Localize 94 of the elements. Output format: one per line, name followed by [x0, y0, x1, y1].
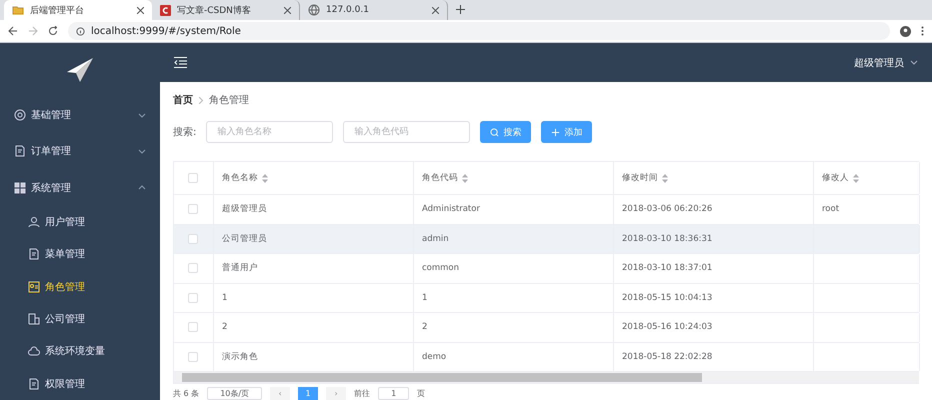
- row-checkbox[interactable]: [188, 292, 198, 303]
- sort-icon[interactable]: [662, 174, 668, 182]
- table-cell: root: [822, 204, 840, 214]
- table-cell: 2018-05-15 10:04:13: [622, 292, 712, 303]
- goto-field[interactable]: 1: [378, 386, 410, 400]
- id-card-icon: [28, 280, 40, 293]
- total-count: 共 6 条: [173, 388, 200, 398]
- document-icon: [28, 378, 40, 390]
- table-row[interactable]: 1 1 2018-05-15 10:04:13: [174, 284, 919, 313]
- row-checkbox[interactable]: [188, 352, 198, 362]
- table-row[interactable]: 公司管理员 admin 2018-03-10 18:36:31: [174, 224, 919, 254]
- folder-icon: [12, 4, 24, 16]
- info-icon: [76, 26, 85, 36]
- user-icon: [28, 216, 40, 228]
- close-icon[interactable]: [284, 6, 291, 14]
- table-cell: 普通用户: [222, 262, 258, 274]
- more-icon[interactable]: [921, 26, 924, 36]
- chevron-icon: [138, 112, 146, 118]
- submenu-item[interactable]: 用户管理: [0, 206, 160, 238]
- account-icon[interactable]: [900, 26, 911, 36]
- table-cell: 演示角色: [222, 350, 258, 363]
- chevron-icon: [910, 60, 918, 65]
- table-cell: 公司管理员: [222, 232, 267, 245]
- breadcrumb-item[interactable]: 首页: [173, 93, 193, 107]
- table-cell: 2: [422, 322, 428, 332]
- table-cell: 2018-05-16 10:24:03: [622, 322, 712, 332]
- address-bar[interactable]: localhost:9999/#/system/Role: [68, 22, 890, 40]
- chevron-icon: [138, 148, 146, 154]
- goto-label: 前往: [354, 388, 370, 398]
- close-icon[interactable]: [432, 6, 439, 14]
- building-icon: [28, 313, 40, 326]
- row-checkbox[interactable]: [188, 204, 198, 214]
- plus-icon: [551, 128, 560, 136]
- browser-tab[interactable]: 后端管理平台: [4, 0, 152, 20]
- document-icon: [28, 248, 40, 260]
- table-cell: 1: [222, 292, 228, 303]
- table-cell: admin: [422, 234, 449, 244]
- column-header: 修改时间: [622, 172, 658, 184]
- table-row[interactable]: 超级管理员 Administrator 2018-03-06 06:20:26 root: [174, 195, 919, 224]
- submenu-item[interactable]: 权限管理: [0, 368, 160, 400]
- row-checkbox[interactable]: [188, 322, 198, 332]
- letter-c-logo-icon: [160, 4, 171, 16]
- table-cell: 2018-03-10 18:37:01: [622, 263, 712, 274]
- user-menu[interactable]: 超级管理员: [854, 56, 918, 70]
- table-row[interactable]: 演示角色 demo 2018-05-18 22:02:28: [174, 342, 919, 372]
- page-suffix: 页: [417, 388, 426, 398]
- table-row[interactable]: 2 2 2018-05-16 10:24:03: [174, 313, 919, 342]
- table-cell: common: [422, 263, 460, 274]
- close-icon[interactable]: [137, 6, 144, 14]
- table-cell: demo: [422, 352, 446, 362]
- column-header: 角色代码: [422, 172, 458, 184]
- row-checkbox[interactable]: [188, 263, 198, 274]
- menu-item[interactable]: 系统管理: [0, 170, 160, 206]
- table-cell: 2: [222, 322, 228, 332]
- back-icon[interactable]: [8, 26, 18, 36]
- submenu-item[interactable]: 菜单管理: [0, 238, 160, 270]
- submenu-item[interactable]: 系统环境变量: [0, 335, 160, 368]
- sort-icon[interactable]: [853, 174, 859, 182]
- table-cell: 超级管理员: [222, 203, 267, 216]
- globe-icon: [308, 4, 320, 16]
- search-field[interactable]: 输入角色代码: [343, 121, 470, 143]
- table-row[interactable]: 普通用户 common 2018-03-10 18:37:01: [174, 254, 919, 284]
- sort-icon[interactable]: [262, 174, 268, 182]
- table-cell: 2018-05-18 22:02:28: [622, 352, 712, 362]
- select-all-checkbox[interactable]: [188, 173, 198, 183]
- menu-item[interactable]: 订单管理: [0, 133, 160, 170]
- paper-plane-logo-icon: [67, 58, 93, 82]
- cloud-icon: [28, 345, 40, 358]
- menu-item[interactable]: 基础管理: [0, 96, 160, 134]
- menu-toggle-icon[interactable]: [174, 57, 187, 68]
- column-header: 修改人: [822, 172, 849, 184]
- breadcrumb-item: 角色管理: [209, 94, 249, 107]
- table-cell: Administrator: [422, 204, 480, 214]
- table-cell: 2018-03-06 06:20:26: [622, 204, 712, 214]
- new-tab-icon[interactable]: [456, 5, 465, 14]
- search-label: 搜索:: [173, 126, 196, 139]
- table-cell: 1: [422, 292, 428, 303]
- chevron-right-icon: [199, 96, 203, 104]
- sort-icon[interactable]: [462, 174, 468, 182]
- submenu-item[interactable]: 公司管理: [0, 302, 160, 336]
- table-cell: 2018-03-10 18:36:31: [622, 234, 712, 244]
- grid-icon: [14, 182, 26, 194]
- search-field[interactable]: 输入角色名称: [206, 121, 334, 143]
- horizontal-scrollbar[interactable]: [174, 372, 919, 383]
- forward-icon[interactable]: [28, 26, 38, 36]
- circle-icon: [14, 109, 26, 122]
- row-checkbox[interactable]: [188, 234, 198, 244]
- chevron-icon: [138, 185, 146, 190]
- search-icon: [490, 128, 500, 136]
- document-icon: [14, 145, 26, 158]
- column-header: 角色名称: [222, 172, 258, 184]
- submenu-item[interactable]: 角色管理: [0, 270, 160, 303]
- page-size-select[interactable]: 10条/页: [207, 386, 262, 400]
- reload-icon[interactable]: [48, 26, 58, 36]
